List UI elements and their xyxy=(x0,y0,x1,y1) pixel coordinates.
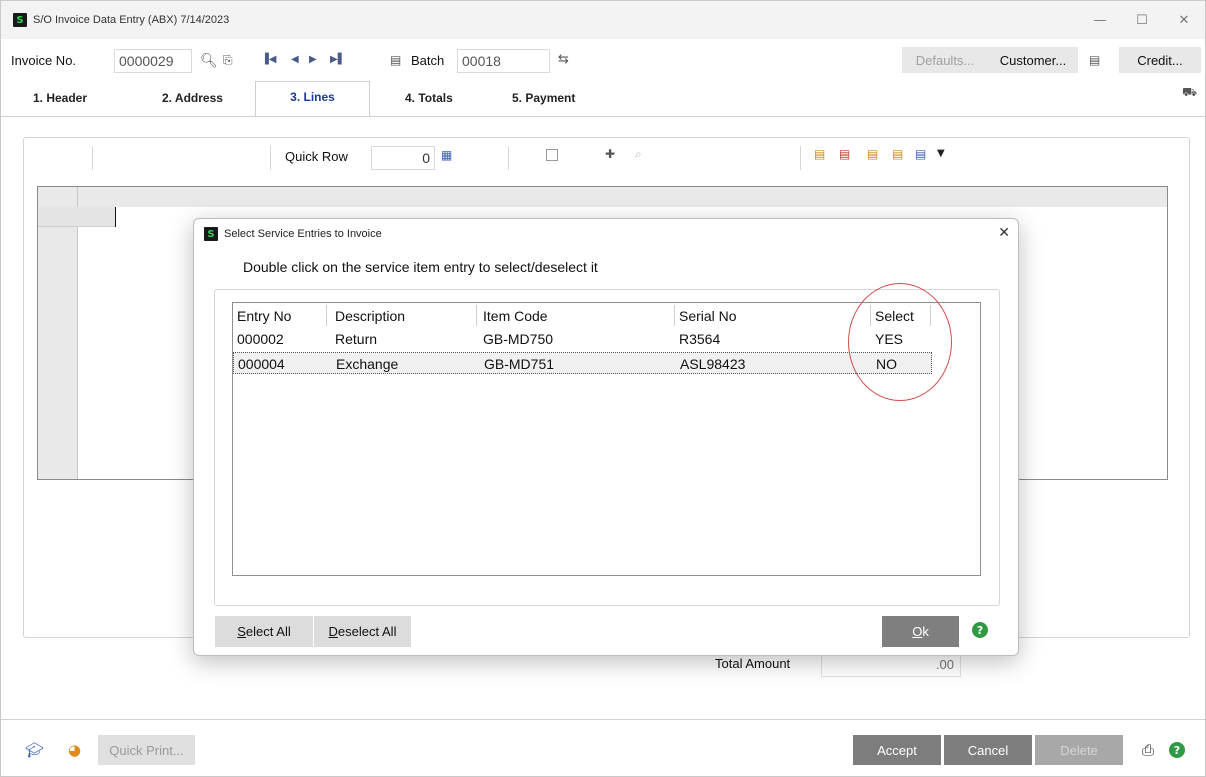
delete-line-icon[interactable]: ▤ xyxy=(839,147,850,161)
batch-field[interactable]: 00018 xyxy=(457,49,550,73)
item-code-cell: GB-MD750 xyxy=(483,331,554,347)
tab-header[interactable]: 1. Header xyxy=(33,91,87,105)
grid-row-selector[interactable] xyxy=(38,207,115,227)
window-title: S/O Invoice Data Entry (ABX) 7/14/2023 xyxy=(33,14,230,26)
minimize-button[interactable]: — xyxy=(1079,1,1121,39)
delete-button[interactable]: Delete xyxy=(1035,735,1123,765)
dialog-instruction: Double click on the service item entry t… xyxy=(243,259,598,275)
column-header-description[interactable]: Description xyxy=(331,305,477,326)
column-header-entry-no[interactable]: Entry No xyxy=(233,305,327,326)
description-cell: Return xyxy=(335,331,378,347)
list-item[interactable]: 000002 Return GB-MD750 R3564 YES xyxy=(233,328,931,349)
title-bar: S S/O Invoice Data Entry (ABX) 7/14/2023… xyxy=(1,1,1205,39)
select-all-button[interactable]: Select All xyxy=(215,616,313,647)
tabs-divider xyxy=(1,116,1205,117)
previous-record-icon[interactable]: ◀ xyxy=(291,54,299,65)
credit-button[interactable]: Credit... xyxy=(1119,47,1201,73)
deselect-all-button[interactable]: Deselect All xyxy=(314,616,411,647)
cancel-button[interactable]: Cancel xyxy=(944,735,1032,765)
toolbar-separator xyxy=(270,146,271,170)
quick-print-button[interactable]: Quick Print... xyxy=(98,735,195,765)
ok-button[interactable]: Ok xyxy=(882,616,959,647)
search-icon[interactable]: 🔍︎ xyxy=(200,53,218,69)
line-action-icon[interactable]: ▤ xyxy=(915,147,926,161)
select-service-entries-dialog: S Select Service Entries to Invoice ✕ Do… xyxy=(193,218,1019,656)
tab-strip: 1. Header 2. Address 3. Lines 4. Totals … xyxy=(1,81,1205,117)
line-action-icon[interactable]: ▤ xyxy=(814,147,825,161)
serial-no-cell: ASL98423 xyxy=(680,356,746,372)
service-entries-list[interactable]: Entry No Description Item Code Serial No… xyxy=(232,302,981,576)
toolbar-separator xyxy=(508,146,509,170)
sage-logo-icon: S xyxy=(204,227,218,241)
first-record-icon[interactable]: ▐◀ xyxy=(261,54,276,65)
quick-row-label: Quick Row xyxy=(285,149,348,164)
quick-row-go-icon[interactable]: ▦ xyxy=(441,148,452,162)
insert-line-icon[interactable]: ✚ xyxy=(605,147,615,161)
item-code-cell: GB-MD751 xyxy=(484,356,555,372)
maximize-button[interactable]: ☐ xyxy=(1121,1,1163,39)
toolbar-separator xyxy=(92,146,93,170)
close-button[interactable]: ✕ xyxy=(1163,1,1205,39)
defaults-button[interactable]: Defaults... xyxy=(902,47,988,73)
tab-address[interactable]: 2. Address xyxy=(162,91,223,105)
line-action-icon[interactable]: ▤ xyxy=(892,147,903,161)
color-wheel-icon[interactable]: ◕ xyxy=(68,741,81,759)
dialog-title-bar: S Select Service Entries to Invoice ✕ xyxy=(194,219,1018,249)
description-cell: Exchange xyxy=(336,356,399,372)
serial-no-cell: R3564 xyxy=(679,331,721,347)
dialog-close-icon[interactable]: ✕ xyxy=(998,225,1010,241)
toolbar-separator xyxy=(800,146,801,170)
last-record-icon[interactable]: ▶▌ xyxy=(330,54,345,65)
list-header: Entry No Description Item Code Serial No… xyxy=(233,305,931,326)
footer-divider xyxy=(1,719,1205,720)
next-record-icon[interactable]: ▶ xyxy=(309,54,317,65)
window-controls: — ☐ ✕ xyxy=(1079,1,1205,39)
select-cell: YES xyxy=(875,331,904,347)
grid-row-header xyxy=(38,187,78,479)
sage-logo-icon: S xyxy=(13,13,27,27)
entry-no-cell: 000004 xyxy=(238,356,285,372)
batch-select-icon[interactable]: ⇆ xyxy=(558,52,569,67)
entry-no-cell: 000002 xyxy=(237,331,284,347)
grid-cursor xyxy=(115,207,116,227)
quick-row-field[interactable]: 0 xyxy=(371,146,435,170)
memo-icon[interactable]: ▤ xyxy=(1089,53,1100,67)
copy-document-icon[interactable]: ⎘ xyxy=(223,53,233,68)
accept-button[interactable]: Accept xyxy=(853,735,941,765)
find-line-icon[interactable]: ⌕ xyxy=(635,147,642,162)
dialog-title: Select Service Entries to Invoice xyxy=(224,228,382,240)
header-toolbar: Invoice No. 0000029 🔍︎ ⎘ ▐◀ ◀ ▶ ▶▌ ▤ Bat… xyxy=(1,47,1205,77)
batch-label: Batch xyxy=(411,53,445,68)
column-header-select[interactable]: Select xyxy=(871,305,931,326)
total-amount-label: Total Amount xyxy=(715,656,791,671)
invoice-no-label: Invoice No. xyxy=(11,53,77,68)
select-cell: NO xyxy=(876,356,897,372)
line-action-icon[interactable]: ▤ xyxy=(867,147,878,161)
customer-button[interactable]: Customer... xyxy=(988,47,1078,73)
invoice-no-field[interactable]: 0000029 xyxy=(114,49,192,73)
help-icon[interactable]: ? xyxy=(1169,742,1185,758)
column-header-serial-no[interactable]: Serial No xyxy=(675,305,871,326)
list-icon[interactable]: ▤ xyxy=(390,53,401,67)
column-header-item-code[interactable]: Item Code xyxy=(479,305,675,326)
list-item[interactable]: 000004 Exchange GB-MD751 ASL98423 NO xyxy=(233,352,932,374)
tab-lines[interactable]: 3. Lines xyxy=(255,81,370,117)
grid-header xyxy=(38,187,1167,207)
tab-payment[interactable]: 5. Payment xyxy=(512,91,575,105)
graduation-cap-icon[interactable]: 🎓︎ xyxy=(25,741,44,759)
transaction-icon[interactable]: ⛟ xyxy=(1182,85,1197,101)
more-actions-dropdown-icon[interactable]: ▼ xyxy=(937,148,945,159)
line-checkbox[interactable] xyxy=(546,149,558,161)
dialog-help-icon[interactable]: ? xyxy=(972,622,988,638)
printer-icon[interactable]: ⎙ xyxy=(1142,741,1154,759)
tab-totals[interactable]: 4. Totals xyxy=(405,91,453,105)
